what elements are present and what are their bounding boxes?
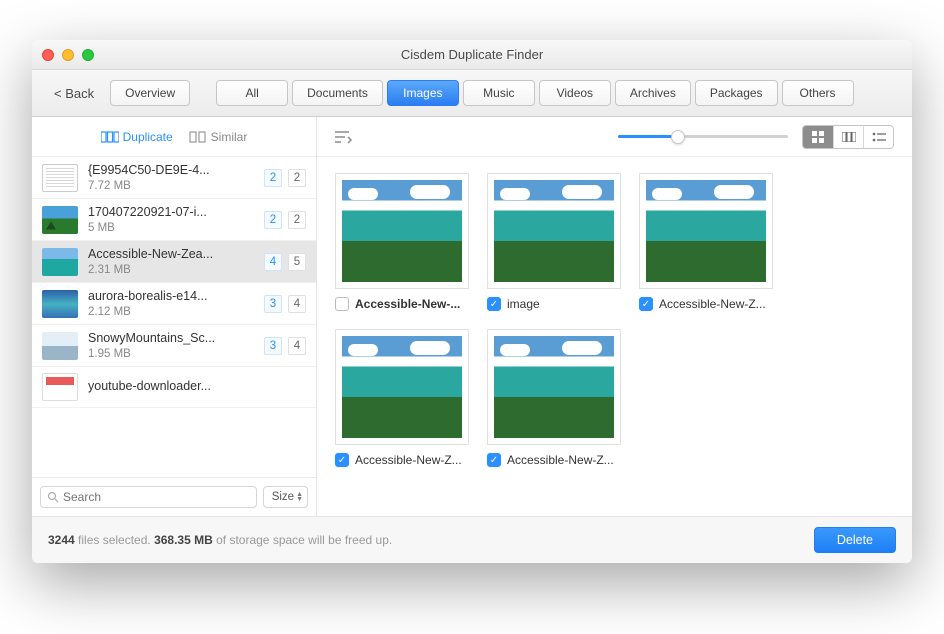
- selected-count: 4: [264, 253, 282, 271]
- list-item[interactable]: 170407220921-07-i... 5 MB 2 2: [32, 199, 316, 241]
- total-count: 4: [288, 337, 306, 355]
- grid-item-name: Accessible-New-...: [355, 297, 460, 311]
- list-item-size: 7.72 MB: [88, 180, 254, 192]
- similar-icon: [189, 131, 207, 143]
- thumbnail: [42, 164, 78, 192]
- delete-button[interactable]: Delete: [814, 527, 896, 553]
- thumbnails-grid: Accessible-New-... ✓ image ✓ Accessible-…: [317, 157, 912, 516]
- grid-item-name: image: [507, 297, 540, 311]
- stepper-icon: ▲▼: [296, 492, 303, 502]
- zoom-slider[interactable]: [618, 135, 788, 138]
- list-item[interactable]: {E9954C50-DE9E-4... 7.72 MB 2 2: [32, 157, 316, 199]
- search-field[interactable]: [40, 486, 257, 508]
- sub-tab-similar-label: Similar: [211, 130, 248, 144]
- sort-options-button[interactable]: [335, 130, 353, 144]
- total-count: 2: [288, 169, 306, 187]
- grid-item[interactable]: ✓ Accessible-New-Z...: [487, 329, 621, 467]
- selected-count: 3: [264, 295, 282, 313]
- selected-count: 2: [264, 169, 282, 187]
- main-pane: Accessible-New-... ✓ image ✓ Accessible-…: [317, 117, 912, 516]
- zoom-slider-thumb[interactable]: [671, 130, 685, 144]
- footer-freed-size: 368.35 MB: [154, 533, 213, 547]
- view-switcher: [802, 125, 894, 149]
- grid-item-name: Accessible-New-Z...: [659, 297, 766, 311]
- search-icon: [47, 491, 59, 503]
- list-item-name: {E9954C50-DE9E-4...: [88, 163, 254, 177]
- back-button[interactable]: < Back: [48, 82, 100, 105]
- tab-packages[interactable]: Packages: [695, 80, 778, 106]
- list-item-size: 1.95 MB: [88, 348, 254, 360]
- list-item-name: SnowyMountains_Sc...: [88, 331, 254, 345]
- search-input[interactable]: [63, 490, 250, 504]
- sort-dropdown-label: Size: [272, 491, 294, 503]
- list-item-name: 170407220921-07-i...: [88, 205, 254, 219]
- grid-item[interactable]: ✓ image: [487, 173, 621, 311]
- thumbnail: [42, 248, 78, 276]
- thumbnail: [42, 290, 78, 318]
- app-window: Cisdem Duplicate Finder < Back Overview …: [32, 40, 912, 563]
- tab-images[interactable]: Images: [387, 80, 459, 106]
- grid-thumbnail: [639, 173, 773, 289]
- overview-button[interactable]: Overview: [110, 80, 190, 106]
- footer-text: of storage space will be freed up.: [213, 533, 392, 547]
- sort-dropdown[interactable]: Size ▲▼: [263, 486, 308, 508]
- selected-count: 3: [264, 337, 282, 355]
- view-list-button[interactable]: [863, 126, 893, 148]
- tab-others[interactable]: Others: [782, 80, 854, 106]
- footer-text: files selected.: [75, 533, 154, 547]
- grid-item-name: Accessible-New-Z...: [507, 453, 614, 467]
- footer: 3244 files selected. 368.35 MB of storag…: [32, 517, 912, 563]
- grid-thumbnail: [335, 329, 469, 445]
- view-columns-button[interactable]: [833, 126, 863, 148]
- footer-selected-count: 3244: [48, 533, 75, 547]
- thumbnail: [42, 373, 78, 401]
- thumbnail: [42, 206, 78, 234]
- grid-item[interactable]: ✓ Accessible-New-Z...: [639, 173, 773, 311]
- list-item[interactable]: youtube-downloader...: [32, 367, 316, 408]
- duplicate-groups-list[interactable]: {E9954C50-DE9E-4... 7.72 MB 2 2 17040722…: [32, 157, 316, 477]
- tab-all[interactable]: All: [216, 80, 288, 106]
- window-title: Cisdem Duplicate Finder: [32, 47, 912, 62]
- sub-tab-duplicate-label: Duplicate: [123, 130, 173, 144]
- grid-item[interactable]: Accessible-New-...: [335, 173, 469, 311]
- grid-thumbnail: [487, 329, 621, 445]
- total-count: 5: [288, 253, 306, 271]
- list-item-name: youtube-downloader...: [88, 379, 306, 393]
- duplicate-icon: [101, 131, 119, 143]
- titlebar: Cisdem Duplicate Finder: [32, 40, 912, 70]
- toolbar: < Back Overview All Documents Images Mus…: [32, 70, 912, 117]
- tab-documents[interactable]: Documents: [292, 80, 383, 106]
- grid-item[interactable]: ✓ Accessible-New-Z...: [335, 329, 469, 467]
- checkbox[interactable]: ✓: [487, 297, 501, 311]
- list-item-size: 5 MB: [88, 222, 254, 234]
- category-tabs: All Documents Images Music Videos Archiv…: [216, 80, 853, 106]
- total-count: 4: [288, 295, 306, 313]
- tab-archives[interactable]: Archives: [615, 80, 691, 106]
- list-item[interactable]: Accessible-New-Zea... 2.31 MB 4 5: [32, 241, 316, 283]
- checkbox[interactable]: ✓: [639, 297, 653, 311]
- list-item-size: 2.12 MB: [88, 306, 254, 318]
- list-item[interactable]: SnowyMountains_Sc... 1.95 MB 3 4: [32, 325, 316, 367]
- list-item-size: 2.31 MB: [88, 264, 254, 276]
- grid-thumbnail: [487, 173, 621, 289]
- list-item-name: aurora-borealis-e14...: [88, 289, 254, 303]
- selected-count: 2: [264, 211, 282, 229]
- list-item-name: Accessible-New-Zea...: [88, 247, 254, 261]
- checkbox[interactable]: ✓: [487, 453, 501, 467]
- sub-tab-similar[interactable]: Similar: [189, 130, 248, 144]
- sub-tab-duplicate[interactable]: Duplicate: [101, 130, 173, 144]
- total-count: 2: [288, 211, 306, 229]
- grid-thumbnail: [335, 173, 469, 289]
- thumbnail: [42, 332, 78, 360]
- list-item[interactable]: aurora-borealis-e14... 2.12 MB 3 4: [32, 283, 316, 325]
- tab-videos[interactable]: Videos: [539, 80, 611, 106]
- sidebar: Duplicate Similar {E9954C50-DE9E-4... 7.…: [32, 117, 317, 516]
- grid-item-name: Accessible-New-Z...: [355, 453, 462, 467]
- checkbox[interactable]: ✓: [335, 453, 349, 467]
- tab-music[interactable]: Music: [463, 80, 535, 106]
- view-grid-button[interactable]: [803, 126, 833, 148]
- checkbox[interactable]: [335, 297, 349, 311]
